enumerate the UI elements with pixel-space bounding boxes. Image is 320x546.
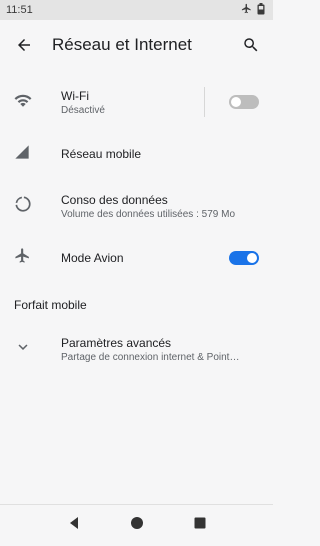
status-bar: 11:51	[0, 0, 273, 20]
app-bar: Réseau et Internet	[0, 20, 273, 70]
search-icon[interactable]	[239, 33, 263, 57]
status-icons	[241, 2, 265, 18]
wifi-toggle[interactable]	[229, 95, 259, 109]
airplane-mode-toggle[interactable]	[229, 251, 259, 265]
mobile-network-row[interactable]: Réseau mobile	[0, 128, 273, 180]
arrow-back-icon[interactable]	[12, 33, 36, 57]
advanced-row[interactable]: Paramètres avancés Partage de connexion …	[0, 322, 273, 376]
nav-recents-icon[interactable]	[193, 516, 207, 535]
airplane-mode-row[interactable]: Mode Avion	[0, 232, 273, 284]
status-time: 11:51	[6, 4, 33, 16]
page-title: Réseau et Internet	[52, 35, 192, 54]
mobile-network-label: Réseau mobile	[61, 147, 142, 161]
wifi-icon	[14, 91, 32, 114]
data-usage-row[interactable]: Conso des données Volume des données uti…	[0, 180, 273, 232]
battery-icon	[257, 2, 265, 18]
airplane-icon	[14, 247, 31, 269]
wifi-status: Désactivé	[61, 104, 105, 116]
chevron-down-icon	[14, 338, 32, 361]
nav-back-icon[interactable]	[67, 516, 81, 535]
section-header-forfait: Forfait mobile	[14, 298, 87, 312]
advanced-summary: Partage de connexion internet & Point…	[61, 351, 240, 363]
wifi-label: Wi-Fi	[61, 88, 89, 103]
wifi-row[interactable]: Wi-Fi Désactivé	[0, 76, 273, 128]
advanced-label: Paramètres avancés	[61, 335, 172, 350]
settings-list: Wi-Fi Désactivé Réseau mobile Conso des …	[0, 76, 273, 376]
airplane-mode-label: Mode Avion	[61, 251, 124, 265]
data-usage-icon	[14, 195, 32, 218]
divider	[204, 87, 205, 117]
mobile-signal-icon	[14, 144, 30, 165]
nav-home-icon[interactable]	[130, 516, 144, 535]
data-usage-label: Conso des données	[61, 192, 168, 207]
navigation-bar	[0, 504, 273, 546]
data-usage-summary: Volume des données utilisées : 579 Mo	[61, 208, 235, 220]
airplane-icon	[241, 3, 252, 17]
